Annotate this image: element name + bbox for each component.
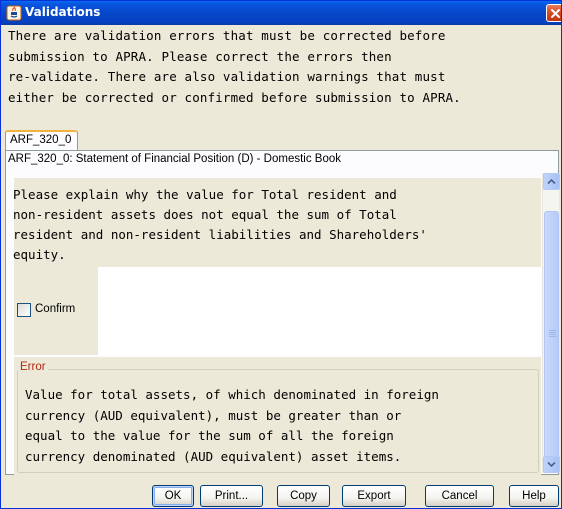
confirm-checkbox[interactable]	[17, 303, 31, 317]
help-button[interactable]: Help	[509, 485, 559, 507]
form-section-header: ARF_320_0: Statement of Financial Positi…	[8, 153, 342, 165]
vertical-scrollbar[interactable]	[542, 173, 560, 473]
title-bar[interactable]: Validations	[1, 1, 561, 25]
confirm-label[interactable]: Confirm	[35, 303, 75, 315]
print-button[interactable]: Print...	[200, 485, 263, 507]
close-button[interactable]	[546, 4, 561, 22]
grip-icon	[549, 330, 556, 338]
close-icon	[551, 9, 560, 18]
explanation-textarea[interactable]	[98, 267, 541, 355]
copy-button[interactable]: Copy	[277, 485, 330, 507]
error-text: Value for total assets, of which denomin…	[25, 387, 439, 464]
arrow-down-icon	[547, 461, 556, 468]
java-icon	[6, 5, 22, 21]
window-title: Validations	[25, 5, 101, 19]
ok-button[interactable]: OK	[152, 485, 194, 507]
validations-dialog: Validations There are validation errors …	[0, 0, 562, 509]
cancel-button[interactable]: Cancel	[425, 485, 494, 507]
scroll-down-button[interactable]	[543, 456, 560, 473]
validation-message: There are validation errors that must be…	[8, 28, 461, 105]
arrow-up-icon	[547, 178, 556, 185]
tab-arf-320-0[interactable]: ARF_320_0	[5, 130, 79, 150]
error-legend: Error	[18, 361, 48, 373]
scroll-up-button[interactable]	[543, 173, 560, 190]
scroll-thumb[interactable]	[544, 211, 559, 466]
export-button[interactable]: Export	[342, 485, 406, 507]
warning-text: Please explain why the value for Total r…	[13, 187, 427, 262]
